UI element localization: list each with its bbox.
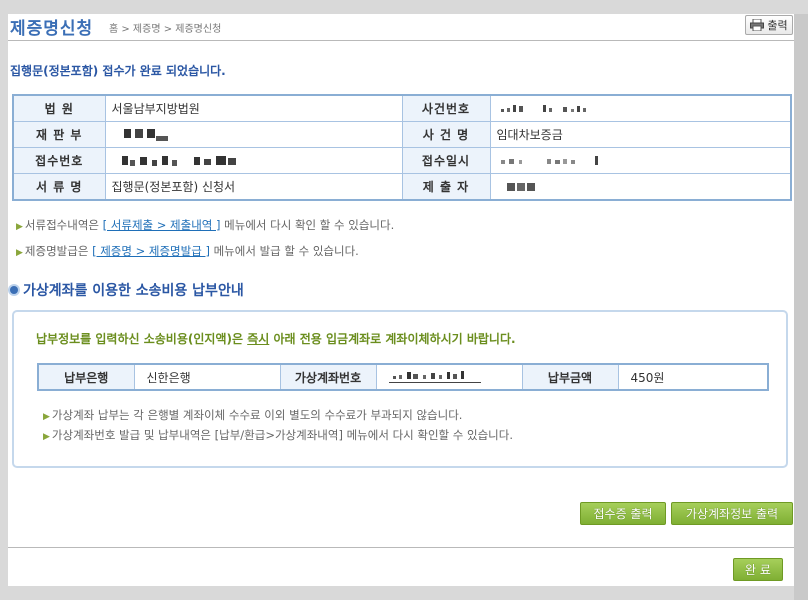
court-label: 법 원 — [12, 94, 106, 122]
receipt-info-table: 법 원 서울남부지방법원 사건번호 재 판 부 사 건 명 임대차보증금 접수번… — [12, 94, 792, 201]
arrow-icon: ▶ — [16, 222, 23, 232]
bottom-divider — [8, 547, 794, 548]
redacted-submitter — [506, 183, 535, 191]
print-button[interactable]: 출력 — [745, 15, 793, 35]
account-info-print-button[interactable]: 가상계좌정보 출력 — [671, 502, 793, 525]
page-title: 제증명신청 — [10, 19, 94, 39]
bullet-icon — [10, 286, 18, 294]
done-button[interactable]: 완 료 — [733, 558, 783, 581]
document-name-value: 집행문(정본포함) 신청서 — [104, 173, 403, 201]
table-row: 재 판 부 사 건 명 임대차보증금 — [12, 121, 792, 148]
table-row: 납부은행 신한은행 가상계좌번호 납부금액 450원 — [37, 363, 769, 391]
receipt-date-label: 접수일시 — [401, 147, 491, 174]
print-button-label: 출력 — [767, 19, 788, 32]
case-number-label: 사건번호 — [401, 94, 491, 122]
amount-value: 450원 — [617, 363, 769, 391]
division-value — [104, 121, 403, 148]
submission-history-link[interactable]: [ 서류제출 > 제출내역 ] — [103, 218, 221, 232]
division-label: 재 판 부 — [12, 121, 106, 148]
bank-label: 납부은행 — [37, 363, 135, 391]
virtual-account-section-title: 가상계좌를 이용한 소송비용 납부안내 — [10, 280, 244, 300]
receipt-print-button[interactable]: 접수증 출력 — [580, 502, 666, 525]
table-row: 서 류 명 집행문(정본포함) 신청서 제 출 자 — [12, 173, 792, 201]
payment-note-fee: ▶ 가상계좌 납부는 각 은행별 계좌이체 수수료 이외 별도의 수수료가 부과되… — [43, 408, 463, 422]
submitter-label: 제 출 자 — [401, 173, 491, 201]
completion-notice: 집행문(정본포함) 접수가 완료 되었습니다. — [10, 64, 226, 78]
window-scroll-gutter — [794, 14, 808, 600]
table-row: 법 원 서울남부지방법원 사건번호 — [12, 94, 792, 122]
account-number-value — [375, 363, 523, 391]
case-number-value — [489, 94, 792, 122]
window: 제증명신청 홈 > 제증명 > 제증명신청 출력 집행문(정본포함) 접수가 완… — [8, 14, 794, 586]
receipt-number-label: 접수번호 — [12, 147, 106, 174]
table-row: 접수번호 접수일시 — [12, 147, 792, 174]
amount-label: 납부금액 — [521, 363, 619, 391]
account-number-label: 가상계좌번호 — [279, 363, 377, 391]
case-name-value: 임대차보증금 — [489, 121, 792, 148]
breadcrumb: 홈 > 제증명 > 제증명신청 — [109, 24, 222, 35]
arrow-icon: ▶ — [43, 412, 50, 422]
arrow-icon: ▶ — [43, 432, 50, 442]
title-bar: 제증명신청 홈 > 제증명 > 제증명신청 출력 — [8, 14, 794, 40]
printer-icon — [750, 19, 765, 31]
submitter-value — [489, 173, 792, 201]
receipt-date-value — [489, 147, 792, 174]
payment-table: 납부은행 신한은행 가상계좌번호 납부금액 450원 — [37, 363, 769, 391]
redacted-division — [123, 128, 168, 141]
arrow-icon: ▶ — [16, 248, 23, 258]
redacted-account-number — [388, 371, 481, 383]
payment-note-history: ▶ 가상계좌번호 발급 및 납부내역은 [납부/환급>가상계좌내역] 메뉴에서 다… — [43, 428, 513, 442]
redacted-case-number — [500, 105, 586, 112]
note-submission-history: ▶ 서류접수내역은 [ 서류제출 > 제출내역 ] 메뉴에서 다시 확인 할 수 … — [16, 218, 395, 232]
payment-instruction: 납부정보를 입력하신 소송비용(인지액)은 즉시 아래 전용 입금계좌로 계좌이… — [36, 332, 516, 346]
title-divider — [8, 40, 794, 41]
case-name-label: 사 건 명 — [401, 121, 491, 148]
certificate-issuance-link[interactable]: [ 제증명 > 제증명발급 ] — [92, 244, 210, 258]
note-certificate-issuance: ▶ 제증명발급은 [ 제증명 > 제증명발급 ] 메뉴에서 발급 할 수 있습니다… — [16, 244, 359, 258]
bank-value: 신한은행 — [133, 363, 281, 391]
payment-guide-panel: 납부정보를 입력하신 소송비용(인지액)은 즉시 아래 전용 입금계좌로 계좌이… — [12, 310, 788, 468]
redacted-receipt-number — [121, 155, 236, 166]
court-value: 서울남부지방법원 — [104, 94, 403, 122]
receipt-number-value — [104, 147, 403, 174]
redacted-receipt-date — [500, 156, 598, 165]
document-name-label: 서 류 명 — [12, 173, 106, 201]
